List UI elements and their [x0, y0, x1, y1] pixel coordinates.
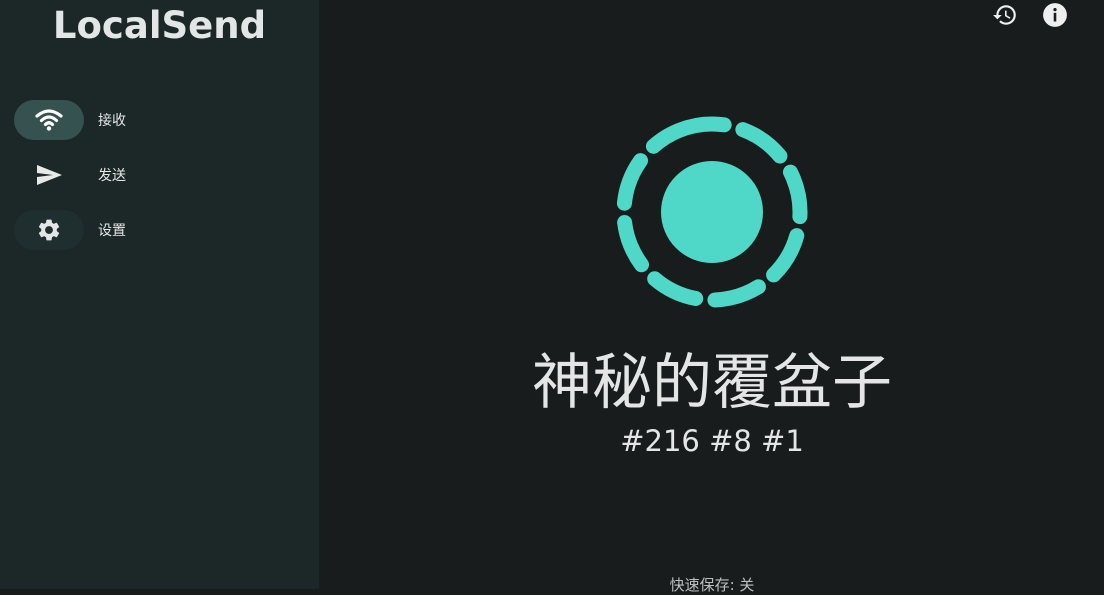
history-button[interactable] [992, 2, 1018, 28]
device-tags: #216 #8 #1 [620, 424, 804, 458]
send-icon [37, 165, 62, 185]
send-pill[interactable] [14, 155, 84, 195]
settings-pill[interactable] [14, 210, 84, 250]
top-toolbar [992, 2, 1068, 28]
quick-save-status[interactable]: 快速保存: 关 [320, 574, 1104, 595]
logo-icon [616, 116, 808, 308]
receive-pill[interactable] [14, 100, 84, 140]
history-icon [993, 5, 1016, 25]
gear-icon [38, 219, 60, 241]
sidebar-item-label: 设置 [98, 223, 126, 239]
sidebar-item-label: 发送 [98, 168, 126, 184]
device-name: 神秘的覆盆子 [532, 348, 892, 418]
sidebar: LocalSend 接收 发送 设置 [0, 0, 319, 589]
info-icon [1043, 3, 1067, 27]
app-title: LocalSend [52, 4, 267, 47]
sidebar-item-label: 接收 [98, 113, 126, 129]
sidebar-item-receive[interactable]: 接收 [14, 100, 304, 140]
info-button[interactable] [1042, 2, 1068, 28]
localsend-logo [612, 112, 812, 312]
sidebar-item-send[interactable]: 发送 [14, 155, 304, 195]
wifi-icon [35, 109, 63, 131]
sidebar-item-settings[interactable]: 设置 [14, 210, 304, 250]
